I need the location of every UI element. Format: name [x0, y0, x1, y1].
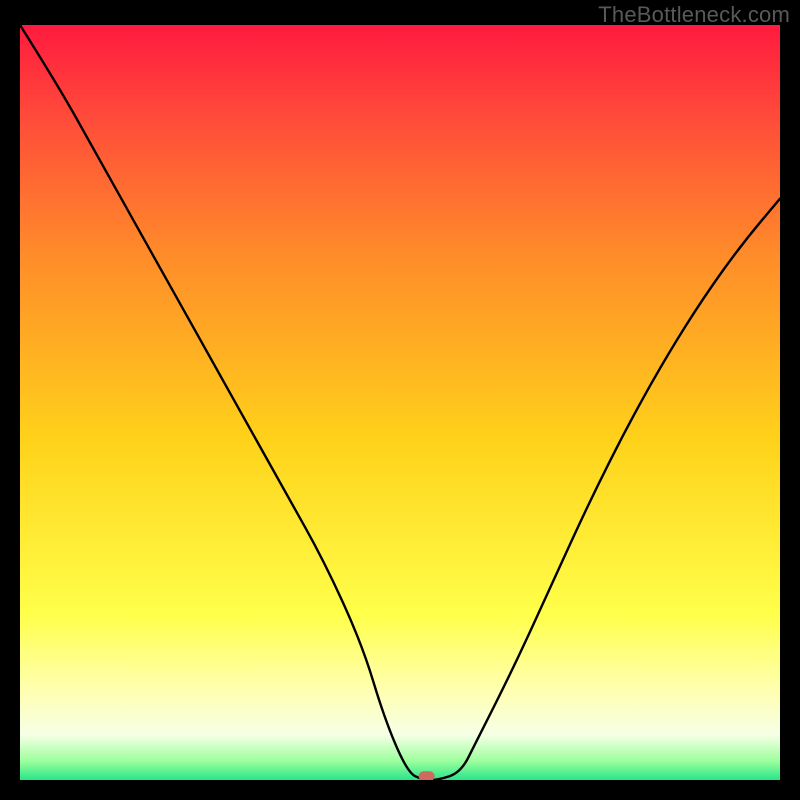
optimal-marker: [419, 771, 435, 780]
watermark-text: TheBottleneck.com: [598, 2, 790, 28]
chart-frame: TheBottleneck.com: [0, 0, 800, 800]
bottleneck-chart: [20, 25, 780, 780]
